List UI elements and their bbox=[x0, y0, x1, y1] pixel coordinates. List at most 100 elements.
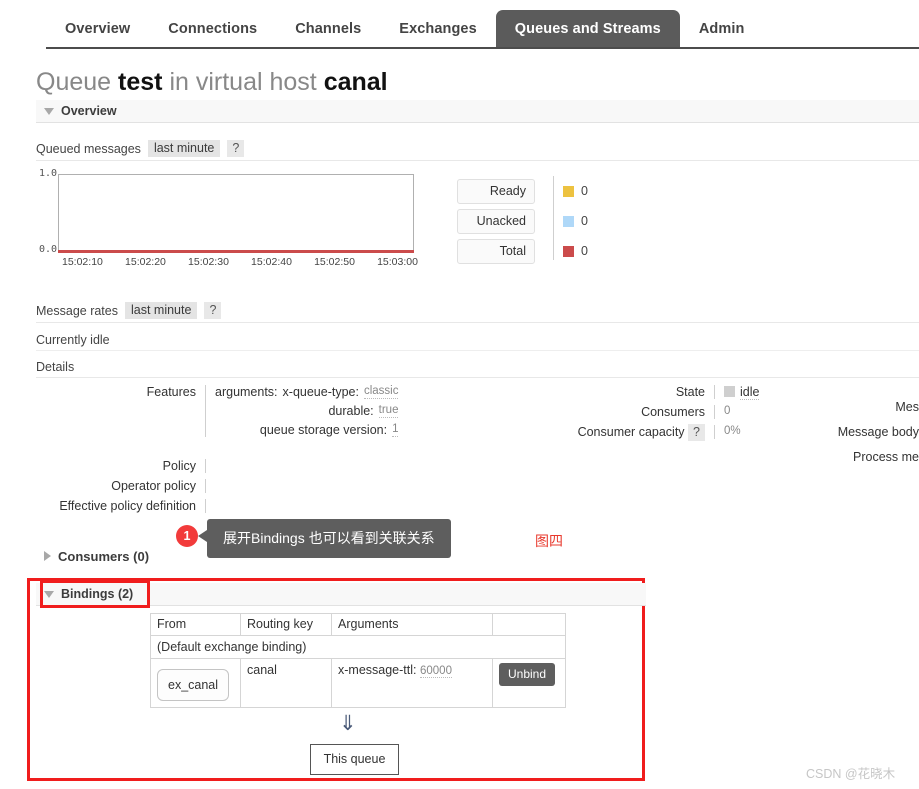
legend-button-ready[interactable]: Ready bbox=[457, 178, 535, 204]
legend-value-total: 0 bbox=[563, 236, 588, 266]
legend-swatch-unacked-icon bbox=[563, 215, 574, 227]
details-label-consumer-capacity: Consumer capacity ? bbox=[563, 424, 714, 441]
details-label-consumers: Consumers bbox=[641, 405, 705, 419]
legend-swatch-total-icon bbox=[563, 245, 574, 257]
feature-arguments-name: x-queue-type: bbox=[282, 385, 359, 399]
feature-durable-value: true bbox=[378, 404, 399, 418]
feature-arguments-row: arguments: x-queue-type: classic bbox=[215, 385, 399, 399]
this-queue-node: This queue bbox=[310, 744, 399, 775]
down-arrow-icon: ⇓ bbox=[339, 712, 357, 735]
chart-x-axis-ticks: 15:02:10 15:02:20 15:02:30 15:02:40 15:0… bbox=[58, 256, 418, 268]
exchange-link-ex-canal[interactable]: ex_canal bbox=[157, 669, 230, 701]
binding-argument-key: x-message-ttl: bbox=[338, 663, 417, 677]
queued-messages-period-chip[interactable]: last minute bbox=[147, 140, 221, 157]
details-value-state: idle bbox=[715, 385, 760, 400]
chart-ytick-bottom: 0.0 bbox=[38, 244, 57, 255]
message-rates-help-icon[interactable]: ? bbox=[204, 302, 222, 319]
feature-arguments-key: arguments: bbox=[215, 385, 278, 399]
details-features-column: Features arguments: x-queue-type: classi… bbox=[36, 385, 536, 519]
unbind-button[interactable]: Unbind bbox=[499, 663, 556, 686]
chevron-down-icon bbox=[44, 107, 54, 115]
annotation-tail-icon bbox=[198, 530, 207, 542]
consumer-capacity-text: Consumer capacity bbox=[577, 425, 685, 439]
bindings-table: From Routing key Arguments (Default exch… bbox=[150, 613, 566, 708]
tab-admin-label: Admin bbox=[698, 21, 745, 37]
legend-value-ready-number: 0 bbox=[581, 184, 588, 198]
default-exchange-binding-label: (Default exchange binding) bbox=[150, 635, 566, 659]
details-label-effective-policy: Effective policy definition bbox=[59, 499, 196, 513]
tab-queues-and-streams[interactable]: Queues and Streams bbox=[495, 10, 680, 48]
details-label-state: State bbox=[675, 385, 705, 399]
details-label-messages-clipped: Mes bbox=[895, 400, 919, 414]
main-navigation-bar: Overview Connections Channels Exchanges … bbox=[0, 0, 919, 48]
details-label-policy: Policy bbox=[162, 459, 196, 473]
chart-legend-values: 0 0 0 bbox=[563, 176, 588, 266]
details-value-policy bbox=[206, 459, 218, 473]
binding-routing-key-cell: canal bbox=[240, 658, 332, 708]
bindings-header-highlight-box bbox=[40, 580, 150, 608]
column-header-actions bbox=[492, 613, 566, 636]
binding-from-cell: ex_canal bbox=[150, 658, 241, 708]
tab-exchanges[interactable]: Exchanges bbox=[380, 10, 495, 48]
feature-storage-version-value: 1 bbox=[392, 423, 399, 437]
message-rates-label: Message rates bbox=[36, 303, 118, 318]
legend-button-unacked[interactable]: Unacked bbox=[457, 208, 535, 234]
chart-plot-area bbox=[58, 174, 414, 252]
details-value-features: arguments: x-queue-type: classic durable… bbox=[206, 385, 399, 437]
tab-queues-and-streams-label: Queues and Streams bbox=[514, 21, 661, 37]
column-header-from[interactable]: From bbox=[150, 613, 241, 636]
tab-channels[interactable]: Channels bbox=[276, 10, 380, 48]
column-header-routing-key[interactable]: Routing key bbox=[240, 613, 332, 636]
queued-messages-help-icon[interactable]: ? bbox=[227, 140, 245, 157]
legend-value-unacked-number: 0 bbox=[581, 214, 588, 228]
tab-underline-divider bbox=[46, 47, 919, 49]
details-row-operator-policy: Operator policy bbox=[36, 479, 536, 493]
details-label-message-body-clipped: Message body bbox=[837, 425, 919, 439]
legend-swatch-ready-icon bbox=[563, 185, 574, 197]
table-row-default-exchange: (Default exchange binding) bbox=[150, 635, 566, 659]
page-title-middle: in virtual host bbox=[169, 68, 317, 96]
page-title-prefix: Queue bbox=[36, 68, 112, 96]
chart-xtick-2: 15:02:30 bbox=[188, 256, 229, 268]
state-indicator-icon bbox=[724, 386, 735, 397]
details-value-effective-policy bbox=[206, 499, 218, 513]
tab-channels-label: Channels bbox=[295, 21, 362, 37]
tab-overview-label: Overview bbox=[65, 21, 131, 37]
section-header-consumers[interactable]: Consumers (0) bbox=[36, 545, 919, 567]
details-value-operator-policy bbox=[206, 479, 218, 493]
tab-connections-label: Connections bbox=[168, 21, 258, 37]
binding-arguments-cell: x-message-ttl: 60000 bbox=[331, 658, 493, 708]
column-header-arguments[interactable]: Arguments bbox=[331, 613, 493, 636]
legend-value-ready: 0 bbox=[563, 176, 588, 206]
feature-durable-row: durable: true bbox=[215, 404, 399, 418]
chart-xtick-3: 15:02:40 bbox=[251, 256, 292, 268]
chart-xtick-5: 15:03:00 bbox=[377, 256, 418, 268]
feature-storage-version-key: queue storage version: bbox=[259, 423, 388, 437]
section-header-overview-label: Overview bbox=[61, 104, 117, 118]
tab-admin[interactable]: Admin bbox=[680, 10, 764, 48]
feature-arguments-value: classic bbox=[363, 385, 399, 399]
details-state-column: State idle Consumers 0 Consumer capacity… bbox=[563, 385, 763, 445]
details-label-features: Features bbox=[146, 385, 196, 399]
details-value-consumers: 0 bbox=[724, 405, 731, 417]
details-row-features: Features arguments: x-queue-type: classi… bbox=[36, 385, 536, 437]
chart-xtick-4: 15:02:50 bbox=[314, 256, 355, 268]
tab-connections[interactable]: Connections bbox=[149, 10, 276, 48]
chevron-right-icon bbox=[44, 551, 51, 561]
tab-overview[interactable]: Overview bbox=[46, 10, 149, 48]
queued-messages-row: Queued messages last minute ? bbox=[36, 140, 919, 161]
state-value-text: idle bbox=[740, 385, 760, 400]
table-row: ex_canal canal x-message-ttl: 60000 Unbi… bbox=[150, 658, 566, 708]
consumer-capacity-help-icon[interactable]: ? bbox=[688, 424, 705, 441]
queued-messages-chart: 1.0 0.0 15:02:10 15:02:20 15:02:30 15:02… bbox=[36, 168, 426, 268]
section-header-overview[interactable]: Overview bbox=[36, 100, 919, 123]
page-title: Queue test in virtual host canal bbox=[36, 68, 388, 97]
legend-button-total[interactable]: Total bbox=[457, 238, 535, 264]
annotation-step-badge: 1 bbox=[176, 525, 198, 547]
details-row-consumers: Consumers 0 bbox=[563, 405, 763, 419]
message-rates-period-chip[interactable]: last minute bbox=[124, 302, 198, 319]
details-label-process-memory-clipped: Process me bbox=[853, 450, 919, 464]
details-value-consumer-capacity: 0% bbox=[724, 425, 741, 437]
feature-durable-key: durable: bbox=[328, 404, 374, 418]
legend-divider bbox=[553, 176, 554, 260]
